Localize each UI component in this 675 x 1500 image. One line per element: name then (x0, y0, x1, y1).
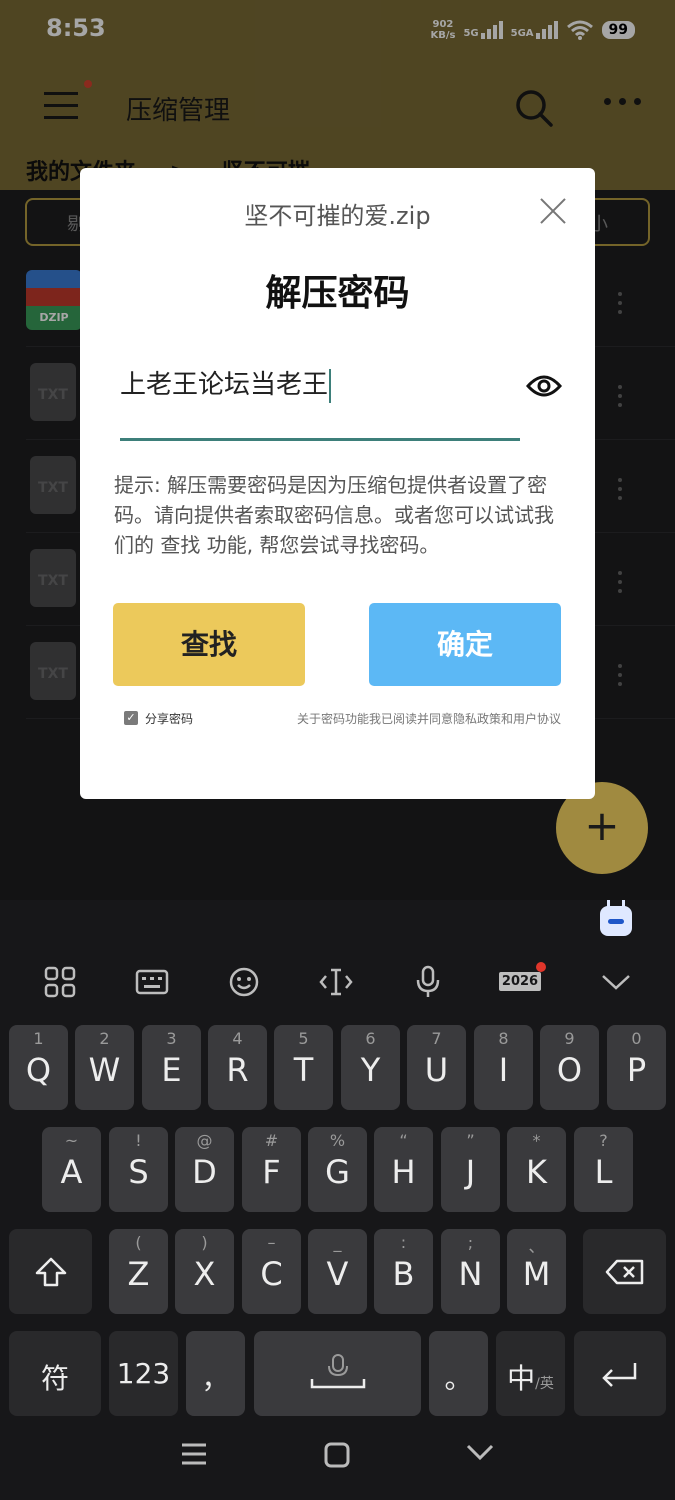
key-n[interactable]: ; N (441, 1229, 500, 1314)
key-f[interactable]: # F (242, 1127, 301, 1212)
key-r[interactable]: 4R (208, 1025, 267, 1110)
collapse-keyboard-icon[interactable] (594, 962, 638, 1002)
key-a[interactable]: ~ A (42, 1127, 101, 1212)
key-h[interactable]: “H (374, 1127, 433, 1212)
share-password-label[interactable]: 分享密码 (145, 710, 193, 727)
dialog-title: 解压密码 (265, 273, 410, 314)
find-button[interactable]: 查找 (113, 603, 305, 686)
assistant-robot-icon[interactable] (600, 900, 632, 936)
notification-dot (536, 962, 546, 972)
password-value: 上老王论坛当老王 (120, 370, 329, 400)
enter-icon (602, 1363, 637, 1387)
key-i[interactable]: 8I (474, 1025, 533, 1110)
key-y[interactable]: 6Y (341, 1025, 400, 1110)
calendar-2026-icon[interactable]: 2026 (498, 962, 546, 1002)
keyboard-toolbar: 2026 (0, 950, 675, 1016)
apps-grid-icon[interactable] (38, 962, 82, 1002)
key-c[interactable]: – C (242, 1229, 301, 1314)
key-k[interactable]: * K (507, 1127, 566, 1212)
key-p[interactable]: 0P (607, 1025, 666, 1110)
password-dialog: 坚不可摧的爱.zip 解压密码 上老王论坛当老王 提示: 解压需要密码是因为压缩… (80, 168, 595, 799)
policy-agreement-text[interactable]: 关于密码功能我已阅读并同意隐私政策和用户协议 (297, 710, 561, 727)
backspace-icon (605, 1259, 643, 1285)
key-t[interactable]: 5T (274, 1025, 333, 1110)
key-o[interactable]: 9O (540, 1025, 599, 1110)
recent-apps-icon[interactable] (180, 1442, 208, 1466)
key-j[interactable]: ” J (441, 1127, 500, 1212)
eye-icon[interactable] (526, 372, 562, 400)
cursor-move-icon[interactable] (314, 962, 358, 1002)
key-u[interactable]: 7U (407, 1025, 466, 1110)
password-underline (120, 438, 520, 441)
key-b[interactable]: :B (374, 1229, 433, 1314)
backspace-key[interactable] (583, 1229, 666, 1314)
key-d[interactable]: @ D (175, 1127, 234, 1212)
password-hint: 提示: 解压需要密码是因为压缩包提供者设置了密码。请向提供者索取密码信息。或者您… (114, 473, 554, 557)
back-icon[interactable] (466, 1442, 494, 1462)
home-icon[interactable] (324, 1442, 350, 1468)
shift-icon (35, 1257, 66, 1287)
enter-key[interactable] (574, 1331, 666, 1416)
microphone-icon[interactable] (406, 962, 450, 1002)
key-e[interactable]: 3E (142, 1025, 201, 1110)
key-m[interactable]: 、 M (507, 1229, 566, 1314)
language-switch-key[interactable]: 中/英 (496, 1331, 565, 1416)
emoji-icon[interactable] (222, 962, 266, 1002)
key-v[interactable]: _ V (308, 1229, 367, 1314)
period-key[interactable]: 。 (429, 1331, 488, 1416)
share-password-checkbox[interactable]: ✓ (124, 711, 138, 725)
close-icon[interactable] (540, 198, 566, 224)
space-key[interactable] (254, 1331, 421, 1416)
key-l[interactable]: ? L (574, 1127, 633, 1212)
confirm-button[interactable]: 确定 (369, 603, 561, 686)
text-caret (329, 368, 332, 403)
dialog-filename: 坚不可摧的爱.zip (244, 202, 431, 230)
key-g[interactable]: % G (308, 1127, 367, 1212)
key-q[interactable]: 1Q (9, 1025, 68, 1110)
key-x[interactable]: ) X (175, 1229, 234, 1314)
symbols-key[interactable]: 符 (9, 1331, 101, 1416)
key-s[interactable]: ! S (109, 1127, 168, 1212)
password-field[interactable]: 上老王论坛当老王 (120, 364, 520, 403)
keyboard-layout-icon[interactable] (130, 962, 174, 1002)
numbers-key[interactable]: 123 (109, 1331, 178, 1416)
key-w[interactable]: 2W (75, 1025, 134, 1110)
key-z[interactable]: (Z (109, 1229, 168, 1314)
comma-key[interactable]: ， (186, 1331, 245, 1416)
system-nav-bar (0, 1420, 675, 1500)
shift-key[interactable] (9, 1229, 92, 1314)
voice-space-icon (310, 1354, 365, 1389)
